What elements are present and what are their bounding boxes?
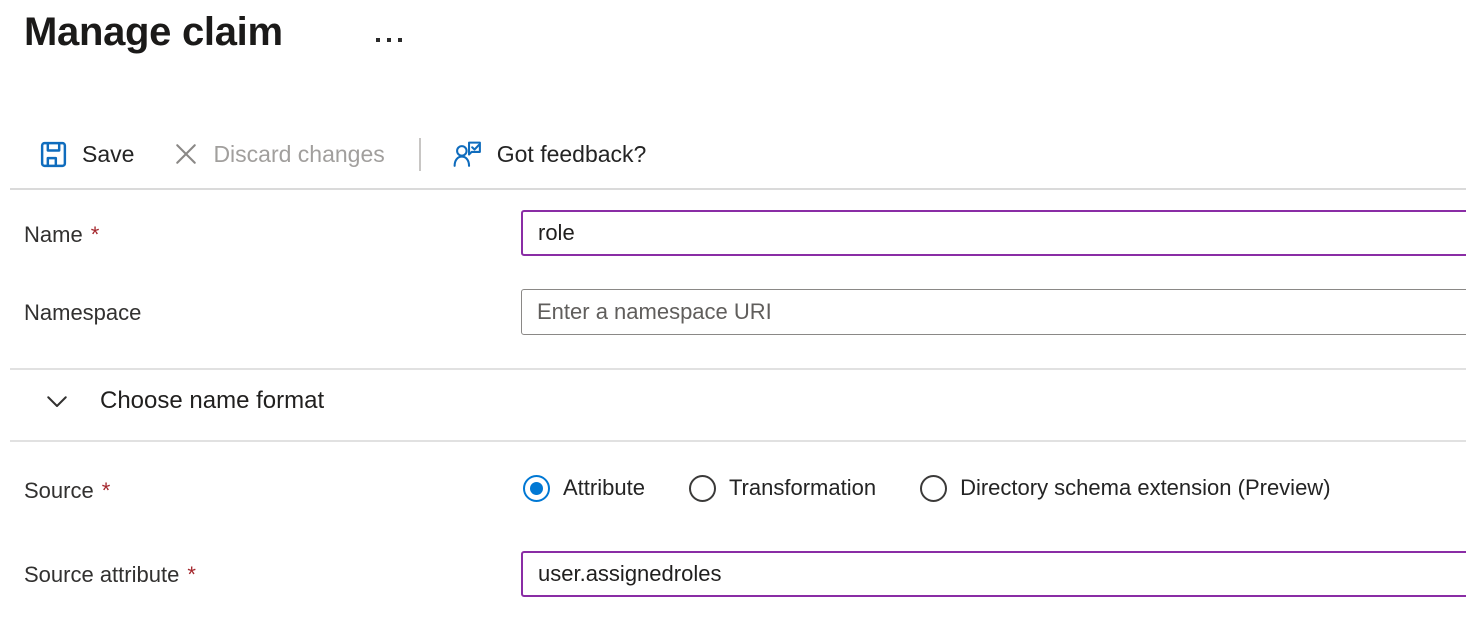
- discard-changes-label: Discard changes: [213, 141, 384, 168]
- ellipsis-icon: [387, 38, 391, 42]
- source-field-label: Source *: [24, 478, 110, 504]
- radio-attribute[interactable]: Attribute: [523, 475, 645, 502]
- radio-transformation[interactable]: Transformation: [689, 475, 876, 502]
- page-title: Manage claim: [24, 10, 283, 55]
- save-label: Save: [82, 141, 134, 168]
- radio-attribute-label: Attribute: [563, 475, 645, 501]
- choose-name-format-toggle[interactable]: Choose name format: [42, 386, 324, 416]
- section-divider: [10, 368, 1466, 370]
- radio-directory-schema-extension[interactable]: Directory schema extension (Preview): [920, 475, 1330, 502]
- name-input[interactable]: [521, 210, 1466, 256]
- name-label-text: Name: [24, 222, 83, 247]
- namespace-field-label: Namespace: [24, 300, 141, 326]
- more-options-button[interactable]: [372, 34, 406, 46]
- feedback-button[interactable]: Got feedback?: [451, 138, 647, 171]
- ellipsis-icon: [398, 38, 402, 42]
- radio-unselected-icon: [689, 475, 716, 502]
- chevron-down-icon: [42, 386, 72, 416]
- toolbar-underline: [10, 188, 1466, 190]
- namespace-input[interactable]: [521, 289, 1466, 335]
- ellipsis-icon: [376, 38, 380, 42]
- source-attribute-input[interactable]: [521, 551, 1466, 597]
- source-radio-group: Attribute Transformation Directory schem…: [523, 465, 1375, 511]
- save-button[interactable]: Save: [38, 139, 134, 170]
- required-asterisk: *: [187, 562, 196, 587]
- toolbar-divider: [419, 138, 421, 171]
- radio-selected-icon: [523, 475, 550, 502]
- feedback-label: Got feedback?: [497, 141, 647, 168]
- section-divider: [10, 440, 1466, 442]
- close-icon: [172, 140, 200, 168]
- required-asterisk: *: [102, 478, 111, 503]
- source-attribute-label-text: Source attribute: [24, 562, 179, 587]
- source-label-text: Source: [24, 478, 94, 503]
- feedback-icon: [451, 138, 484, 171]
- choose-name-format-label: Choose name format: [100, 387, 324, 415]
- radio-transformation-label: Transformation: [729, 475, 876, 501]
- radio-unselected-icon: [920, 475, 947, 502]
- radio-directory-schema-extension-label: Directory schema extension (Preview): [960, 475, 1330, 501]
- required-asterisk: *: [91, 222, 100, 247]
- source-attribute-field-label: Source attribute *: [24, 562, 196, 588]
- name-field-label: Name *: [24, 222, 99, 248]
- save-icon: [38, 139, 69, 170]
- discard-changes-button[interactable]: Discard changes: [172, 140, 384, 168]
- command-bar: Save Discard changes Got feedback?: [38, 132, 646, 176]
